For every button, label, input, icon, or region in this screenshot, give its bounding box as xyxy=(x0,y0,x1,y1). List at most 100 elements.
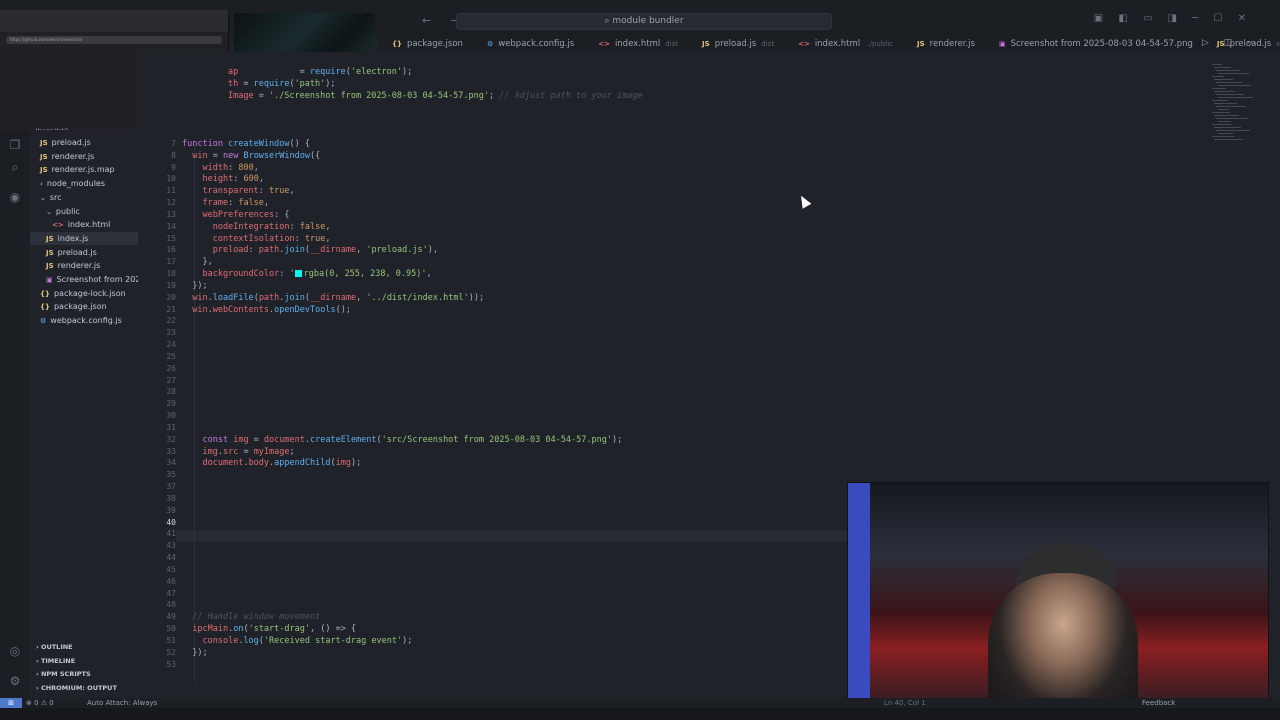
line-number: 9 xyxy=(171,162,176,172)
editor-tab[interactable]: {} package.json xyxy=(378,35,473,52)
file-type-icon: JS xyxy=(46,248,54,257)
browser-url-bar[interactable]: https://github.com/electron/electron xyxy=(6,36,222,44)
code-line[interactable]: transparent: true, xyxy=(182,185,294,197)
tree-item[interactable]: ⌄ public xyxy=(30,205,138,218)
file-type-icon: <> xyxy=(798,39,810,48)
line-number: 28 xyxy=(166,387,176,397)
tree-item[interactable]: › node_modules xyxy=(30,177,138,190)
code-line[interactable]: win.webContents.openDevTools(); xyxy=(182,304,351,316)
tree-item[interactable]: {} package.json xyxy=(30,300,138,313)
explorer-icon[interactable]: ❐ xyxy=(8,138,22,152)
editor-tab[interactable]: <> index.html dist xyxy=(584,35,688,52)
minimap-line xyxy=(1212,64,1222,65)
code-line[interactable]: contextIsolation: true, xyxy=(182,233,331,245)
sidebar-section-header[interactable]: › TIMELINE xyxy=(36,655,75,668)
code-line[interactable]: preload: path.join(__dirname, 'preload.j… xyxy=(182,244,438,256)
cursor-position[interactable]: Ln 40, Col 1 xyxy=(884,698,926,708)
code-line[interactable]: }); xyxy=(182,647,207,659)
file-type-icon: ⚙ xyxy=(486,39,494,48)
line-number: 34 xyxy=(166,458,176,468)
code-line[interactable]: Image = './Screenshot from 2025-08-03 04… xyxy=(228,90,643,102)
line-number: 8 xyxy=(171,150,176,160)
minimap-line xyxy=(1216,94,1244,95)
editor-tab[interactable]: ▣ Screenshot from 2025-08-03 04-54-57.png xyxy=(985,35,1203,52)
minimap-line xyxy=(1212,124,1232,125)
feedback-button[interactable]: Feedback xyxy=(1142,698,1175,708)
sidebar-section-header[interactable]: › CHROMIUM: OUTPUT DIRECT... xyxy=(36,682,138,705)
tree-item[interactable]: JS renderer.js.map xyxy=(30,163,138,176)
command-center-search[interactable]: ⌕ module bundler xyxy=(456,13,832,30)
code-line[interactable]: // Handle window movement xyxy=(182,611,320,623)
tree-item[interactable]: JS renderer.js xyxy=(30,259,138,272)
extensions-icon[interactable]: ◉ xyxy=(8,190,22,204)
minimap-line xyxy=(1212,100,1228,101)
code-line[interactable]: function createWindow() { xyxy=(182,138,310,150)
browser-tab-bar[interactable] xyxy=(0,10,228,32)
code-line[interactable]: }); xyxy=(182,280,207,292)
editor-tab[interactable]: <> index.html ../public xyxy=(784,35,903,52)
minimap-line xyxy=(1218,133,1233,134)
minimap-line xyxy=(1216,106,1246,107)
code-line[interactable]: win = new BrowserWindow({ xyxy=(182,150,320,162)
file-type-icon: JS xyxy=(40,166,48,175)
code-line[interactable]: ap = require('electron'); xyxy=(228,66,412,78)
code-line[interactable]: webPreferences: { xyxy=(182,209,289,221)
tree-item[interactable]: JS index.js xyxy=(30,231,138,245)
editor-tab[interactable]: JS preload.js dist xyxy=(688,35,784,52)
code-line[interactable]: backgroundColor: ' rgba(0, 255, 238, 0.95… xyxy=(182,268,431,280)
minimap-line xyxy=(1212,136,1234,137)
account-icon[interactable]: ◎ xyxy=(8,644,22,658)
remote-indicator[interactable]: ⊞ xyxy=(0,698,22,708)
tree-item-label: package-lock.json xyxy=(53,288,126,298)
tree-item[interactable]: <> index.html xyxy=(30,218,138,231)
tree-item-label: index.html xyxy=(67,220,111,230)
minimap-line xyxy=(1216,130,1250,131)
code-line[interactable]: height: 600, xyxy=(182,173,263,185)
minimap[interactable] xyxy=(1208,64,1268,154)
code-line[interactable]: nodeIntegration: false, xyxy=(182,221,331,233)
minimap-line xyxy=(1218,73,1249,74)
layout-controls[interactable]: ▣ ◧ ▭ ◨ ─ ☐ ✕ xyxy=(1094,13,1252,24)
line-number: 31 xyxy=(166,422,176,432)
tree-item[interactable]: ⌄ src xyxy=(30,191,138,204)
code-line[interactable]: frame: false, xyxy=(182,197,269,209)
tree-item[interactable]: ▣Screenshot from 202... xyxy=(30,273,138,286)
code-line[interactable]: win.loadFile(path.join(__dirname, '../di… xyxy=(182,292,484,304)
code-line[interactable]: ipcMain.on('start-drag', () => { xyxy=(182,623,356,635)
tree-item[interactable]: {} package-lock.json xyxy=(30,287,138,300)
code-line[interactable]: console.log('Received start-drag event')… xyxy=(182,635,412,647)
code-line[interactable]: }, xyxy=(182,256,212,268)
tree-item[interactable]: JS renderer.js xyxy=(30,150,138,163)
sidebar-section-header[interactable]: › OUTLINE xyxy=(36,641,73,654)
tree-item-label: preload.js xyxy=(51,138,91,147)
minimap-line xyxy=(1216,70,1240,71)
tree-item-label: renderer.js xyxy=(51,151,95,161)
minimap-line xyxy=(1216,118,1248,119)
file-type-icon: {} xyxy=(40,303,50,312)
editor-tab[interactable]: ⚙ webpack.config.js xyxy=(473,35,584,52)
tab-label: package.json xyxy=(406,38,463,49)
problems-count[interactable]: ⊗ 0 ⚠ 0 xyxy=(26,698,54,708)
minimap-line xyxy=(1218,97,1253,98)
tab-actions[interactable]: ▷ ◫ ⋯ xyxy=(1202,38,1262,48)
tree-item[interactable]: ⚙ webpack.config.js xyxy=(30,314,138,327)
tree-item[interactable]: JS preload.js xyxy=(30,136,138,149)
tab-label: index.html xyxy=(614,38,661,49)
editor-tab[interactable]: JS renderer.js xyxy=(903,35,985,52)
tree-item[interactable]: JS preload.js xyxy=(30,246,138,259)
gear-icon[interactable]: ⚙ xyxy=(8,674,22,688)
folder-chevron-icon: ⌄ xyxy=(40,193,46,202)
code-line[interactable]: const img = document.createElement('src/… xyxy=(182,434,622,446)
tree-item-label: src xyxy=(49,192,62,202)
minimap-line xyxy=(1214,67,1231,68)
code-line[interactable]: img.src = myImage; xyxy=(182,446,294,458)
code-line[interactable]: width: 800, xyxy=(182,162,258,174)
minimap-line xyxy=(1212,112,1230,113)
search-icon[interactable]: ⌕ xyxy=(8,160,22,174)
sidebar-section-header[interactable]: › NPM SCRIPTS xyxy=(36,668,91,681)
code-line[interactable]: th = require('path'); xyxy=(228,78,336,90)
file-type-icon: JS xyxy=(40,152,48,161)
line-number: 22 xyxy=(166,316,176,326)
code-line[interactable]: document.body.appendChild(img); xyxy=(182,457,361,469)
auto-attach-status[interactable]: Auto Attach: Always xyxy=(87,698,157,708)
